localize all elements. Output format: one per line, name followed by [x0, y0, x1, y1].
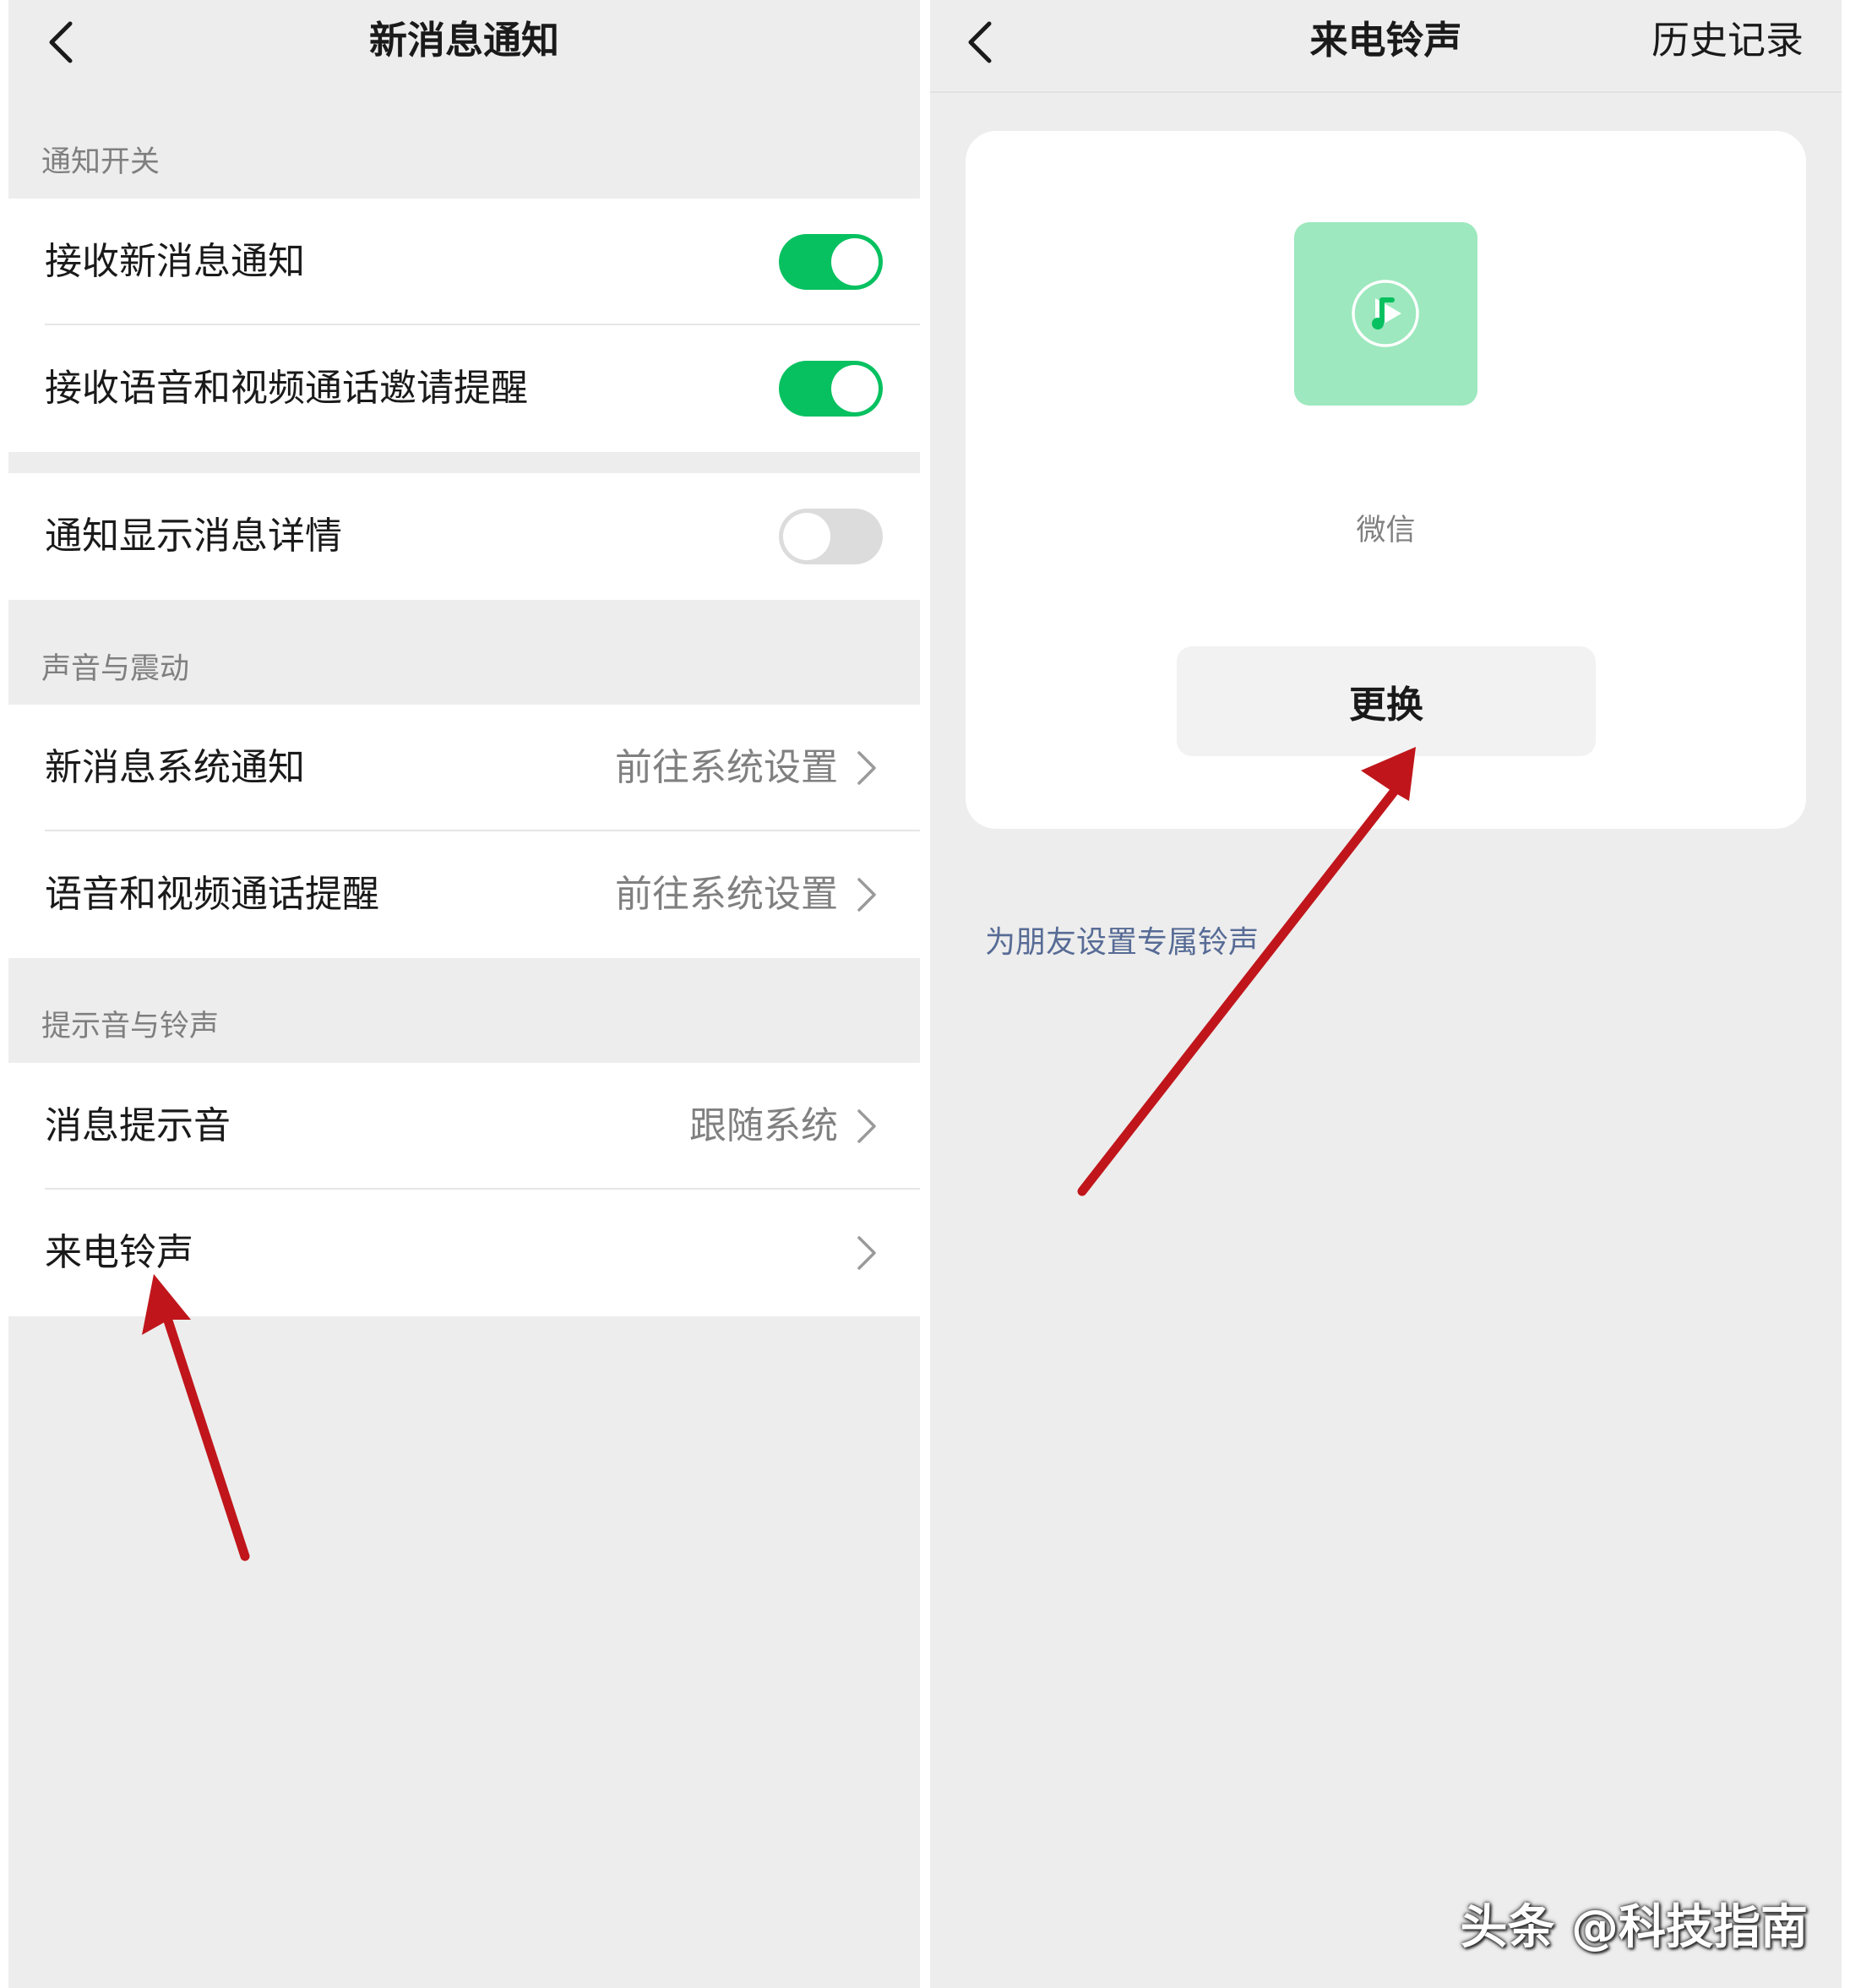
ringtone-cover[interactable] — [1294, 222, 1477, 406]
toggle-knob — [831, 365, 879, 412]
current-ringtone-card: 微信 更换 — [966, 131, 1806, 829]
toggle-knob — [831, 238, 879, 286]
call-invite-reminder-row: 接收语音和视频通话邀请提醒 — [8, 325, 920, 452]
section-header-notification-switch: 通知开关 — [41, 145, 161, 179]
receive-new-message-label: 接收新消息通知 — [45, 240, 305, 283]
change-ringtone-button[interactable]: 更换 — [1177, 646, 1596, 756]
page-title: 新消息通知 — [368, 18, 559, 63]
receive-new-message-row: 接收新消息通知 — [8, 199, 920, 325]
call-reminder-row[interactable]: 语音和视频通话提醒 前往系统设置 — [8, 831, 920, 958]
section-header-sound-vibration: 声音与震动 — [41, 652, 190, 686]
message-tone-value: 跟随系统 — [689, 1104, 838, 1147]
system-notification-value: 前往系统设置 — [615, 746, 838, 789]
system-notification-row[interactable]: 新消息系统通知 前往系统设置 — [8, 705, 920, 831]
section-header-tone-ringtone: 提示音与铃声 — [41, 1010, 220, 1043]
call-reminder-label: 语音和视频通话提醒 — [45, 873, 379, 916]
ringtone-label: 来电铃声 — [45, 1231, 193, 1274]
toggle-knob — [783, 513, 830, 560]
call-reminder-value: 前往系统设置 — [615, 873, 838, 916]
ringtone-name: 微信 — [1356, 514, 1416, 547]
show-message-details-label: 通知显示消息详情 — [45, 515, 342, 558]
chevron-right-icon — [857, 1109, 876, 1143]
show-message-details-row: 通知显示消息详情 — [8, 473, 920, 600]
chevron-right-icon — [857, 878, 876, 912]
ringtone-screen: 来电铃声 历史记录 微信 更换 为朋友设置专属铃声 头条 @科技指南 — [930, 0, 1842, 1988]
history-button[interactable]: 历史记录 — [1651, 17, 1804, 64]
chevron-right-icon — [857, 751, 876, 785]
ringtone-row[interactable]: 来电铃声 — [8, 1190, 920, 1316]
friend-ringtone-link[interactable]: 为朋友设置专属铃声 — [985, 923, 1259, 963]
message-tone-label: 消息提示音 — [45, 1104, 231, 1147]
notification-settings-screen: 新消息通知 通知开关 接收新消息通知 接收语音和视频通话邀请提醒 通知显示消息详… — [8, 0, 920, 1988]
nav-bar: 新消息通知 — [8, 0, 920, 91]
watermark: 头条 @科技指南 — [1460, 1900, 1809, 1955]
chevron-right-icon — [857, 1236, 876, 1270]
show-message-details-toggle[interactable] — [779, 509, 883, 564]
system-notification-label: 新消息系统通知 — [45, 746, 305, 789]
call-invite-reminder-toggle[interactable] — [779, 361, 883, 417]
receive-new-message-toggle[interactable] — [779, 234, 883, 290]
play-icon — [1352, 280, 1419, 347]
call-invite-reminder-label: 接收语音和视频通话邀请提醒 — [45, 367, 528, 410]
nav-bar: 来电铃声 历史记录 — [930, 0, 1842, 93]
message-tone-row[interactable]: 消息提示音 跟随系统 — [8, 1063, 920, 1190]
